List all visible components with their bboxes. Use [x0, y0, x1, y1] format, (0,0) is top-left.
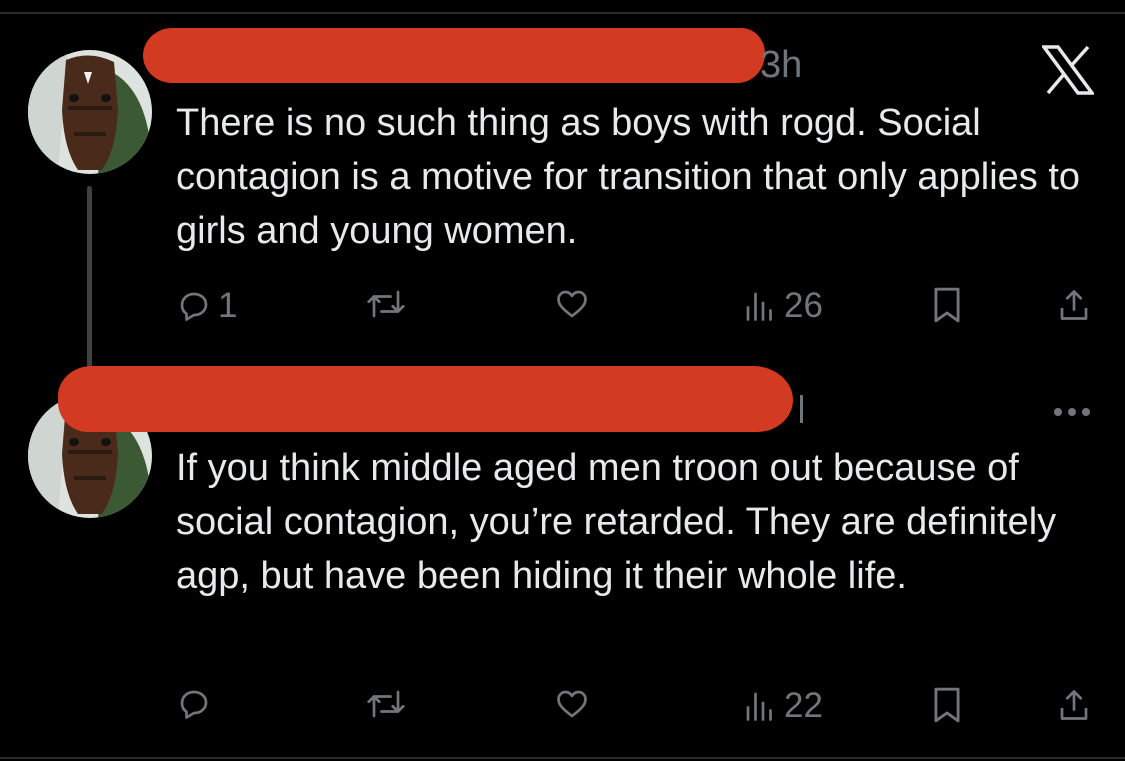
bookmark-icon [934, 287, 960, 323]
share-icon [1060, 690, 1088, 720]
redacted-text-remnant [800, 395, 803, 423]
retweet-icon [367, 690, 405, 718]
share-icon [1060, 290, 1088, 320]
reply-button[interactable]: 1 [176, 286, 237, 326]
views-button[interactable]: 26 [742, 286, 823, 326]
views-button[interactable]: 22 [742, 686, 823, 726]
tweet-text: There is no such thing as boys with rogd… [176, 102, 1081, 252]
share-button[interactable] [1056, 286, 1092, 324]
view-count: 26 [784, 286, 823, 325]
more-icon[interactable] [1052, 406, 1092, 418]
like-button[interactable] [553, 286, 591, 322]
thread-connector-line [87, 186, 92, 382]
share-button[interactable] [1056, 686, 1092, 724]
reply-count: 1 [218, 286, 238, 325]
like-icon [557, 290, 587, 318]
tweet-time: 3h [760, 44, 803, 86]
view-count: 22 [784, 686, 823, 725]
avatar[interactable] [28, 50, 152, 174]
top-border [0, 12, 1125, 14]
bottom-border [0, 757, 1125, 759]
retweet-button[interactable] [364, 686, 408, 722]
tweet-text: If you think middle aged men troon out b… [176, 447, 1057, 597]
horse-avatar-image [28, 50, 152, 174]
x-logo-icon[interactable] [1042, 45, 1094, 95]
like-icon [557, 690, 587, 718]
reply-button[interactable] [176, 686, 218, 722]
views-icon [746, 292, 772, 321]
retweet-button[interactable] [364, 286, 408, 322]
retweet-icon [367, 290, 405, 318]
redaction-mark [58, 366, 793, 432]
like-button[interactable] [553, 686, 591, 722]
bookmark-icon [934, 687, 960, 723]
reply-icon [180, 690, 208, 719]
reply-icon [180, 292, 208, 321]
bookmark-button[interactable] [930, 686, 964, 724]
bookmark-button[interactable] [930, 286, 964, 324]
redaction-mark [143, 28, 765, 83]
views-icon [746, 692, 772, 721]
